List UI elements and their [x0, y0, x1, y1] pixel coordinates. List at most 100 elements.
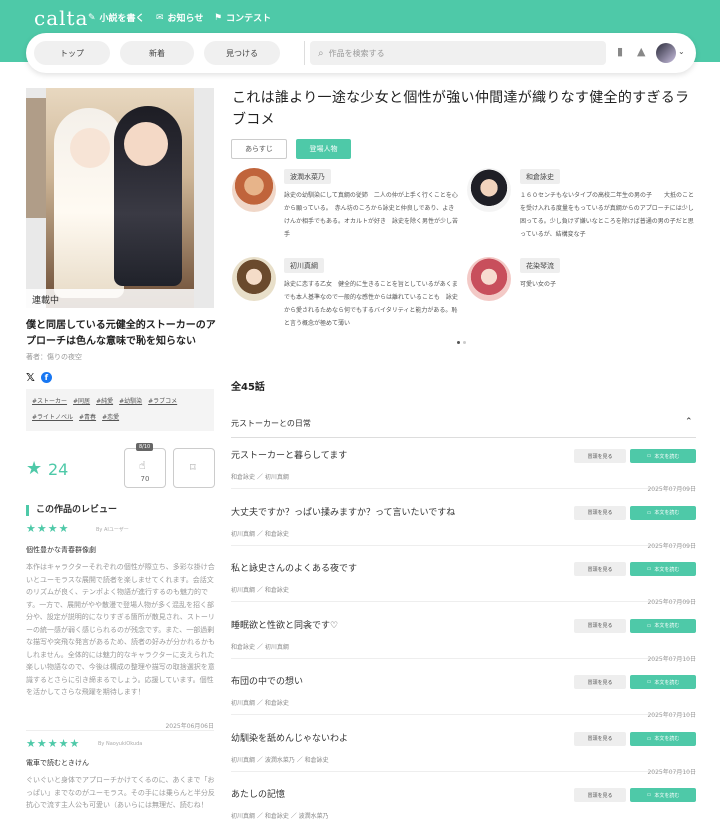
read-button[interactable]: ▭ 本文を読む [630, 675, 696, 689]
carousel-dot[interactable] [463, 341, 466, 344]
site-logo[interactable]: calta [34, 6, 88, 30]
tag[interactable]: #純愛 [96, 398, 113, 405]
facebook-share-icon[interactable]: f [40, 372, 52, 383]
episode-date: 2025年07月10日 [647, 768, 696, 776]
read-button[interactable]: ▭ 本文を読む [630, 449, 696, 463]
share-buttons: 𝕏 f [26, 371, 52, 384]
character-desc: 可愛い女の子 [520, 281, 557, 288]
review-date: 2025年06月06日 [165, 723, 214, 730]
episode-characters: 和倉詠史 ／ 初川真綱 [231, 643, 289, 651]
episode-title[interactable]: 布団の中での想い [231, 674, 303, 687]
nav-news[interactable]: ✉ お知らせ [156, 11, 204, 25]
x-share-icon[interactable]: 𝕏 [26, 371, 35, 384]
character-desc: １６０センチもないタイプの高校二年生の男の子 大抵のことを受け入れる度量をもって… [520, 192, 695, 238]
carousel-dot[interactable] [457, 341, 460, 344]
nav-contest[interactable]: ⚑ コンテスト [214, 11, 271, 25]
nav-write[interactable]: ✎ 小説を書く [88, 11, 145, 25]
tag[interactable]: #同居 [73, 398, 90, 405]
character-avatar[interactable] [232, 168, 276, 212]
episode-title[interactable]: 大丈夫ですか？っぱい揉みますか？って言いたいですね [231, 505, 455, 518]
search-input[interactable]: ⌕ 作品を検索する [310, 41, 606, 65]
preview-button[interactable]: 冒頭を見る [574, 562, 626, 576]
tag[interactable]: #青春 [79, 414, 96, 421]
tag[interactable]: #恋愛 [102, 414, 119, 421]
read-button[interactable]: ▭ 本文を読む [630, 788, 696, 802]
character-avatar[interactable] [232, 257, 276, 301]
divider [26, 730, 214, 731]
tab-new[interactable]: 新着 [120, 41, 194, 65]
preview-button[interactable]: 冒頭を見る [574, 675, 626, 689]
character-name[interactable]: 初川真綱 [284, 258, 324, 273]
episode-date: 2025年07月09日 [647, 542, 696, 550]
tab-discover[interactable]: 見つける [204, 41, 280, 65]
star-icon[interactable]: ★ [26, 458, 42, 479]
tag[interactable]: #ストーカー [32, 398, 67, 405]
episode-date: 2025年07月10日 [647, 655, 696, 663]
preview-button[interactable]: 冒頭を見る [574, 788, 626, 802]
book-icon: ▭ [646, 735, 652, 742]
episode-characters: 初川真綱 ／ 和倉詠史 [231, 587, 289, 594]
tag[interactable]: #ラブコメ [148, 398, 177, 405]
read-button-label: 本文を読む [654, 510, 680, 516]
cover-character-girl-face [70, 128, 110, 168]
tab-synopsis[interactable]: あらすじ [231, 139, 287, 159]
tag[interactable]: #幼馴染 [119, 398, 142, 405]
episode-characters: 初川真綱 ／ 和倉詠史 [231, 530, 289, 538]
episode-title[interactable]: 私と詠史さんのよくある夜です [231, 561, 357, 574]
episode-title[interactable]: 元ストーカーと暮らしてます [231, 448, 347, 461]
chapter-title[interactable]: 元ストーカーとの日常 [231, 418, 311, 429]
tab-top[interactable]: トップ [34, 41, 110, 65]
nav-bar: トップ 新着 見つける ⌕ 作品を検索する ▮ ▲ ⌄ [26, 33, 696, 73]
tag[interactable]: #ライトノベル [32, 414, 73, 421]
carousel-dots[interactable] [457, 341, 466, 344]
read-button[interactable]: ▭ 本文を読む [630, 618, 696, 633]
read-button-label: 本文を読む [654, 736, 680, 742]
bookmark-icon[interactable]: ▮ [617, 45, 623, 58]
character-name[interactable]: 波潤水菜乃 [284, 169, 331, 184]
pen-icon: ✎ [88, 12, 96, 23]
cover-image [26, 88, 214, 308]
hand-icon: ☝ [139, 459, 146, 472]
read-button[interactable]: ▭ 本文を読む [630, 731, 696, 746]
episode-title[interactable]: 睡眠欲と性欲と同衾です♡ [231, 618, 338, 631]
preview-button[interactable]: 冒頭を見る [574, 505, 626, 520]
read-button[interactable]: ▭ 本文を読む [630, 562, 696, 576]
episode-characters: 初川真綱 ／ 波潤水菜乃 ／ 和倉詠史 [231, 756, 329, 764]
character-avatar[interactable] [467, 168, 511, 212]
read-button[interactable]: ▭ 本文を読む [630, 505, 696, 520]
character-avatar[interactable] [467, 257, 511, 301]
bookmark-icon: ⌑ [190, 461, 196, 474]
tab-characters[interactable]: 登場人物 [296, 139, 351, 159]
chevron-up-icon[interactable]: ⌃ [685, 417, 693, 427]
mail-icon: ✉ [156, 12, 164, 23]
bookmark-button[interactable]: ⌑ [173, 448, 215, 488]
page-title: これは誰より一途な少女と個性が強い仲間達が織りなす健全的すぎるラブコメ [232, 90, 690, 128]
author-name[interactable]: 著者：傷りの夜空 [26, 352, 82, 362]
character-desc: 詠史に恋する乙女 健全的に生きることを旨としているがあくまでも本人基準なので一般… [284, 281, 458, 327]
episode-characters: 初川真綱 ／ 和倉詠史 ／ 波潤水菜乃 [231, 813, 329, 820]
reaction-count: 70 [140, 475, 150, 483]
book-icon: ▭ [646, 679, 652, 685]
cover-character-boy-face [124, 122, 168, 166]
preview-button[interactable]: 冒頭を見る [574, 618, 626, 633]
nav-news-label: お知らせ [167, 14, 204, 24]
chevron-down-icon[interactable]: ⌄ [678, 47, 685, 56]
character-name[interactable]: 花染琴流 [520, 258, 560, 273]
read-button-label: 本文を読む [654, 566, 680, 573]
book-icon: ▭ [646, 792, 652, 798]
preview-button[interactable]: 冒頭を見る [574, 449, 626, 463]
episode-characters: 初川真綱 ／ 和倉詠史 [231, 700, 289, 707]
read-button-label: 本文を読む [654, 623, 680, 629]
bell-icon[interactable]: ▲ [637, 45, 645, 58]
flag-icon: ⚑ [214, 12, 223, 23]
reaction-button[interactable]: ☝ 70 [124, 448, 166, 488]
star-count: 24 [48, 460, 69, 479]
divider [231, 437, 696, 438]
review-author: By NaoyukiOkuda [98, 741, 143, 747]
read-button-label: 本文を読む [654, 792, 680, 799]
character-name[interactable]: 和倉詠史 [520, 169, 560, 184]
preview-button[interactable]: 冒頭を見る [574, 731, 626, 746]
avatar[interactable] [656, 43, 676, 63]
episode-title[interactable]: 幼馴染を舐めんじゃないわよ [231, 731, 348, 744]
episode-title[interactable]: あたしの記憶 [231, 787, 285, 800]
